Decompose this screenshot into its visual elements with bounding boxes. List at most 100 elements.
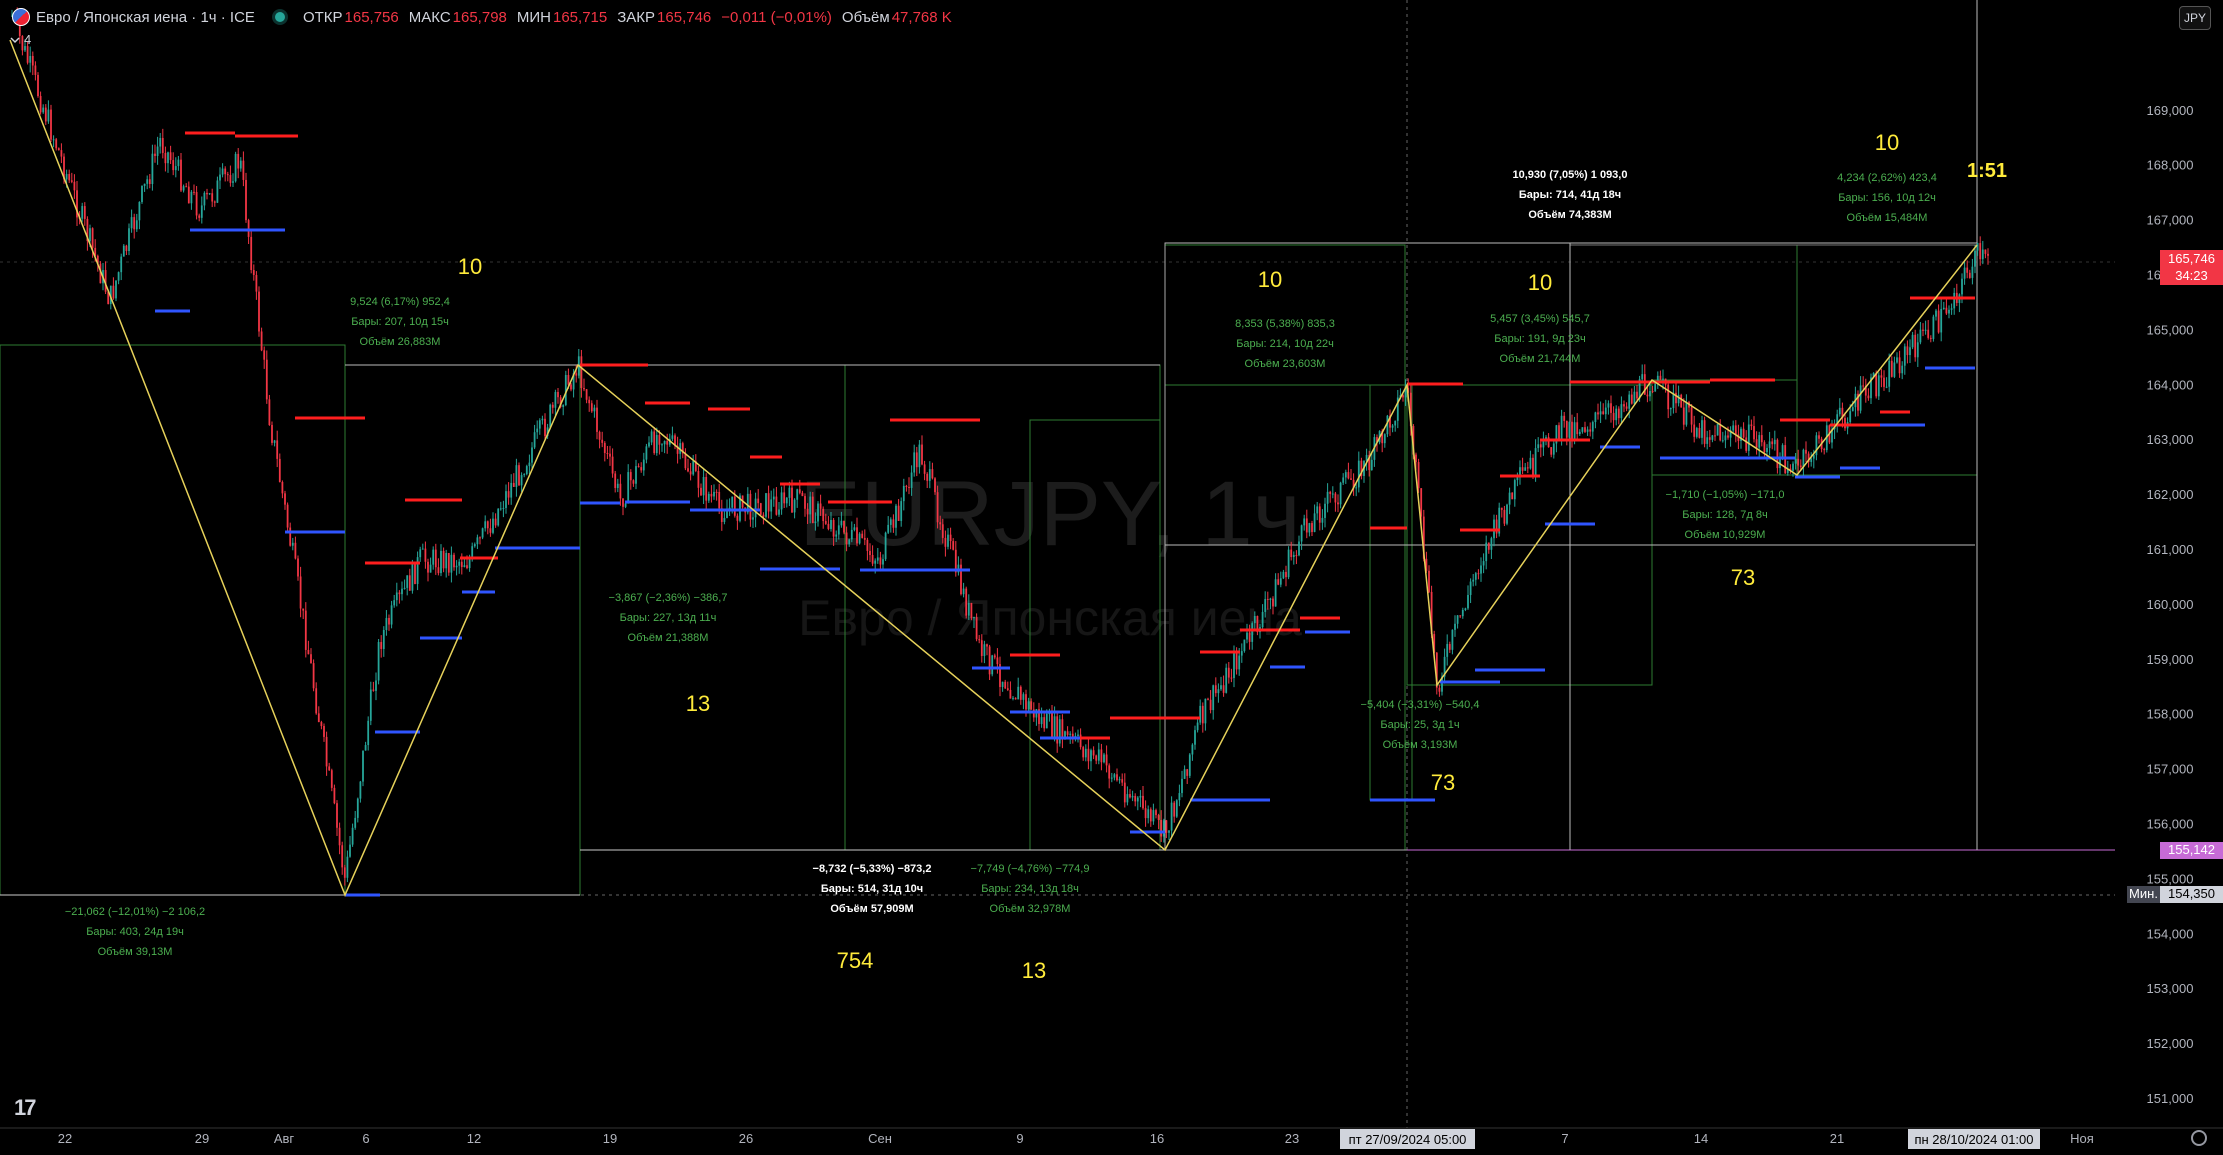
measure-label-line: 5,457 (3,45%) 545,7 <box>1490 313 1590 325</box>
measure-label-line: Объём 15,484M <box>1847 212 1928 224</box>
price-tick: 158,000 <box>2147 707 2194 722</box>
price-tick: 152,000 <box>2147 1036 2194 1051</box>
open-value: 165,756 <box>344 8 399 26</box>
count-label: 10 <box>1258 267 1282 292</box>
measure-label-line: Объём 23,603M <box>1245 358 1326 370</box>
svg-text:154,350: 154,350 <box>2168 886 2215 901</box>
time-tick: Ноя <box>2070 1131 2094 1146</box>
time-tick: 16 <box>1150 1131 1164 1146</box>
currency-button[interactable]: JPY <box>2179 6 2211 30</box>
measure-label-line: Объём 39,13M <box>98 946 173 958</box>
measure-label-line: Объём 21,388M <box>628 632 709 644</box>
time-tick: 21 <box>1830 1131 1844 1146</box>
open-label: ОТКР <box>302 8 343 26</box>
close-value: 165,746 <box>657 8 712 26</box>
svg-text:155,142: 155,142 <box>2168 842 2215 857</box>
price-tick: 163,000 <box>2147 432 2194 447</box>
watermark-symbol: EURJPY, 1ч <box>799 463 1300 565</box>
chevron-down-icon <box>10 36 20 43</box>
count-label: 10 <box>1528 270 1552 295</box>
measure-label-line: −7,749 (−4,76%) −774,9 <box>971 863 1090 875</box>
indicator-count: 4 <box>24 32 32 47</box>
min-price-tag: 154,350 <box>2160 886 2223 903</box>
price-tick: 168,000 <box>2147 158 2194 173</box>
change-value: −0,011 (−0,01%) <box>721 8 832 26</box>
svg-text:пт 27/09/2024 05:00: пт 27/09/2024 05:00 <box>1349 1132 1467 1147</box>
market-status-icon <box>274 12 285 22</box>
measure-label-line: Бары: 207, 10д 15ч <box>351 316 449 328</box>
price-tick: 151,000 <box>2147 1091 2194 1106</box>
volume-label: Объём <box>841 8 890 26</box>
measure-label-line: Бары: 191, 9д 23ч <box>1494 333 1586 345</box>
time-tick: 22 <box>58 1131 72 1146</box>
price-tick: 169,000 <box>2147 103 2194 118</box>
measure-label-line: −21,062 (−12,01%) −2 106,2 <box>65 906 205 918</box>
watermark-name: Евро / Японская иена <box>798 590 1302 646</box>
measure-label-line: Бары: 128, 7д 8ч <box>1682 509 1767 521</box>
svg-text:пн 28/10/2024 01:00: пн 28/10/2024 01:00 <box>1914 1132 2033 1147</box>
time-tick: 6 <box>362 1131 369 1146</box>
count-label: 13 <box>1022 958 1046 983</box>
measure-label-line: 9,524 (6,17%) 952,4 <box>350 296 450 308</box>
price-tick: 164,000 <box>2147 377 2194 392</box>
low-value: 165,715 <box>553 8 608 26</box>
volume-value: 47,768 K <box>891 8 952 26</box>
svg-text:34:23: 34:23 <box>2175 268 2208 283</box>
price-tick: 156,000 <box>2147 817 2194 832</box>
measure-label-line: Объём 74,383M <box>1528 209 1611 221</box>
time-cursor-tag: пн 28/10/2024 01:00 <box>1908 1129 2040 1149</box>
measure-label-line: Бары: 214, 10д 22ч <box>1236 338 1334 350</box>
min-label-tag: Мин. <box>2127 886 2160 903</box>
measure-label-line: 8,353 (5,38%) 835,3 <box>1235 318 1335 330</box>
measure-label-line: Бары: 714, 41д 18ч <box>1519 189 1621 201</box>
measure-label-line: Бары: 514, 31д 10ч <box>821 883 923 895</box>
measure-label-line: −5,404 (−3,31%) −540,4 <box>1361 699 1480 711</box>
price-tick: 159,000 <box>2147 652 2194 667</box>
chart-canvas[interactable]: EURJPY, 1ч Евро / Японская иена −21,062 … <box>0 0 2223 1155</box>
svg-text:165,746: 165,746 <box>2168 251 2215 266</box>
count-label: 73 <box>1431 770 1455 795</box>
price-tick: 161,000 <box>2147 542 2194 557</box>
measure-label-line: Бары: 403, 24д 19ч <box>86 926 184 938</box>
tradingview-logo-icon[interactable]: 17 <box>14 1095 37 1121</box>
high-label: МАКС <box>408 8 451 26</box>
close-label: ЗАКР <box>617 8 656 26</box>
measure-label-line: −8,732 (−5,33%) −873,2 <box>813 863 932 875</box>
measure-boxes <box>0 242 1978 896</box>
symbol-title[interactable]: Евро / Японская иена · 1ч · ICE <box>36 9 255 26</box>
measure-label-line: Объём 10,929M <box>1685 529 1766 541</box>
time-tick: Сен <box>868 1131 892 1146</box>
price-tick: 157,000 <box>2147 762 2194 777</box>
time-tick: 26 <box>739 1131 753 1146</box>
measure-label-line: Бары: 156, 10д 12ч <box>1838 192 1936 204</box>
time-tick: 14 <box>1694 1131 1708 1146</box>
measure-label-line: Объём 26,883M <box>360 336 441 348</box>
time-tick: 23 <box>1285 1131 1299 1146</box>
measure-label-line: −1,710 (−1,05%) −171,0 <box>1666 489 1785 501</box>
price-tick: 165,000 <box>2147 322 2194 337</box>
symbol-header[interactable]: Евро / Японская иена · 1ч · ICE ОТКР 165,… <box>12 6 962 28</box>
time-tick: 29 <box>195 1131 209 1146</box>
price-tick: 155,000 <box>2147 871 2194 886</box>
high-value: 165,798 <box>452 8 507 26</box>
price-tick: 160,000 <box>2147 597 2194 612</box>
current-price-tag: 165,746 <box>2160 250 2223 268</box>
price-axis[interactable]: 169,000168,000167,000166,000165,000164,0… <box>2115 0 2223 1128</box>
measure-label-line: −3,867 (−2,36%) −386,7 <box>609 592 728 604</box>
time-tick: Авг <box>274 1131 295 1146</box>
indicators-toggle[interactable]: 4 <box>10 32 31 47</box>
price-tick: 162,000 <box>2147 487 2194 502</box>
time-axis[interactable]: 22 29 Авг 6 12 19 26 Сен 9 16 23 7 14 21 Ноя пт 27/09/2… <box>0 1127 2223 1149</box>
measure-label-line: Объём 3,193M <box>1383 739 1458 751</box>
time-tick: 19 <box>603 1131 617 1146</box>
low-label: МИН <box>516 8 551 26</box>
count-label: 754 <box>837 948 874 973</box>
gear-icon[interactable] <box>2191 1130 2207 1146</box>
count-label: 73 <box>1731 565 1755 590</box>
level-price-tag: 155,142 <box>2160 842 2223 859</box>
countdown-tag: 34:23 <box>2160 267 2223 285</box>
count-label: 10 <box>458 254 482 279</box>
measure-label-line: Бары: 227, 13д 11ч <box>620 612 717 624</box>
measure-label-line: Бары: 25, 3д 1ч <box>1380 719 1459 731</box>
count-label: 13 <box>686 691 710 716</box>
